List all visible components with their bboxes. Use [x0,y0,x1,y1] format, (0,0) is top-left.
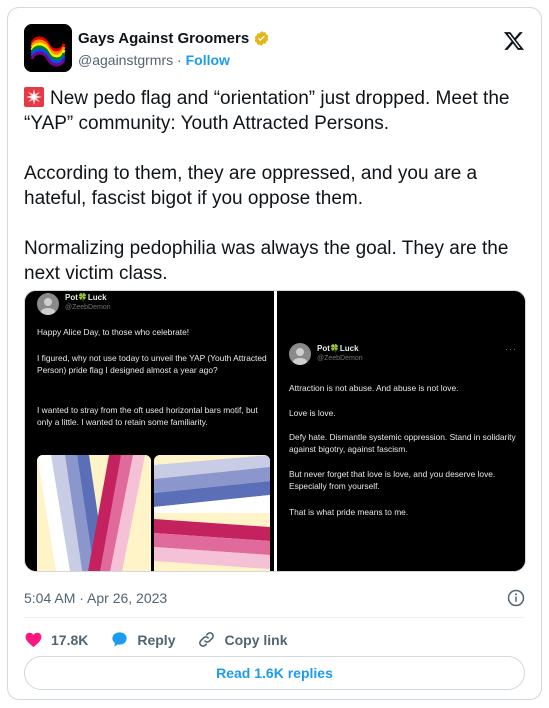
reply-bubble-icon [110,630,129,649]
tweet-paragraph-3: Normalizing pedophilia was always the go… [24,238,509,284]
reply-label: Reply [137,631,176,648]
tweet-text: New pedo flag and “orientation” just dro… [24,86,524,286]
tweet-media[interactable]: Pot🍀Luck @ZeebDemon Happy Alice Day, to … [24,290,526,572]
embedded-text-2: Love is love. [289,408,336,418]
embedded-text-5: That is what pride means to me. [289,507,409,517]
embedded-text-3: Defy hate. Dismantle systemic oppression… [289,432,516,454]
copy-link-button[interactable]: Copy link [197,630,288,649]
reply-button[interactable]: Reply [110,630,175,649]
yap-flag-image-1 [37,455,151,571]
handle-separator: · [177,52,182,68]
embedded-text-2: I figured, why not use today to unveil t… [37,353,267,375]
tweet-paragraph-1: New pedo flag and “orientation” just dro… [24,88,510,134]
embedded-display-name: Pot🍀Luck [65,293,107,302]
gold-verified-badge-icon [253,30,270,47]
embedded-text-4: But never forget that love is love, and … [289,469,496,491]
embedded-handle: @ZeebDemon [65,304,111,311]
follow-button[interactable]: Follow [186,52,230,68]
tweet-header: Gays Against Groomers @againstgrmrs · Fo… [24,22,525,72]
more-icon: ··· [505,344,517,354]
x-logo-icon[interactable] [503,30,525,52]
info-icon[interactable] [507,589,525,607]
copy-link-label: Copy link [224,631,288,648]
author-display-name[interactable]: Gays Against Groomers [78,30,249,47]
media-image-left[interactable]: Pot🍀Luck @ZeebDemon Happy Alice Day, to … [25,291,274,571]
tweet-card: Gays Against Groomers @againstgrmrs · Fo… [7,7,542,700]
embedded-text-3: I wanted to stray from the oft used hori… [37,405,258,427]
handle-row: @againstgrmrs · Follow [78,52,230,68]
embedded-display-name: Pot🍀Luck [317,344,359,353]
link-icon [197,630,216,649]
author-handle[interactable]: @againstgrmrs [78,52,173,68]
embedded-text-1: Attraction is not abuse. And abuse is no… [289,383,459,393]
tweet-paragraph-2: According to them, they are oppressed, a… [24,163,478,209]
like-button[interactable]: 17.8K [24,630,88,649]
tweet-timestamp[interactable]: 5:04 AM · Apr 26, 2023 [24,590,167,606]
action-bar: 17.8K Reply Copy link [24,630,310,649]
author-avatar[interactable] [24,24,72,72]
yap-flag-image-2 [154,455,270,571]
media-image-right[interactable]: Pot🍀Luck @ZeebDemon ··· Attraction is no… [277,291,525,571]
heart-icon [24,630,43,649]
separator [24,617,525,618]
embedded-text-1: Happy Alice Day, to those who celebrate! [37,327,190,337]
embedded-avatar [37,293,59,315]
name-row: Gays Against Groomers [78,30,270,47]
like-count: 17.8K [51,631,89,648]
read-replies-button[interactable]: Read 1.6K replies [24,656,525,690]
embedded-avatar [289,343,311,365]
embedded-handle: @ZeebDemon [317,355,363,362]
rotating-light-icon [24,87,44,107]
